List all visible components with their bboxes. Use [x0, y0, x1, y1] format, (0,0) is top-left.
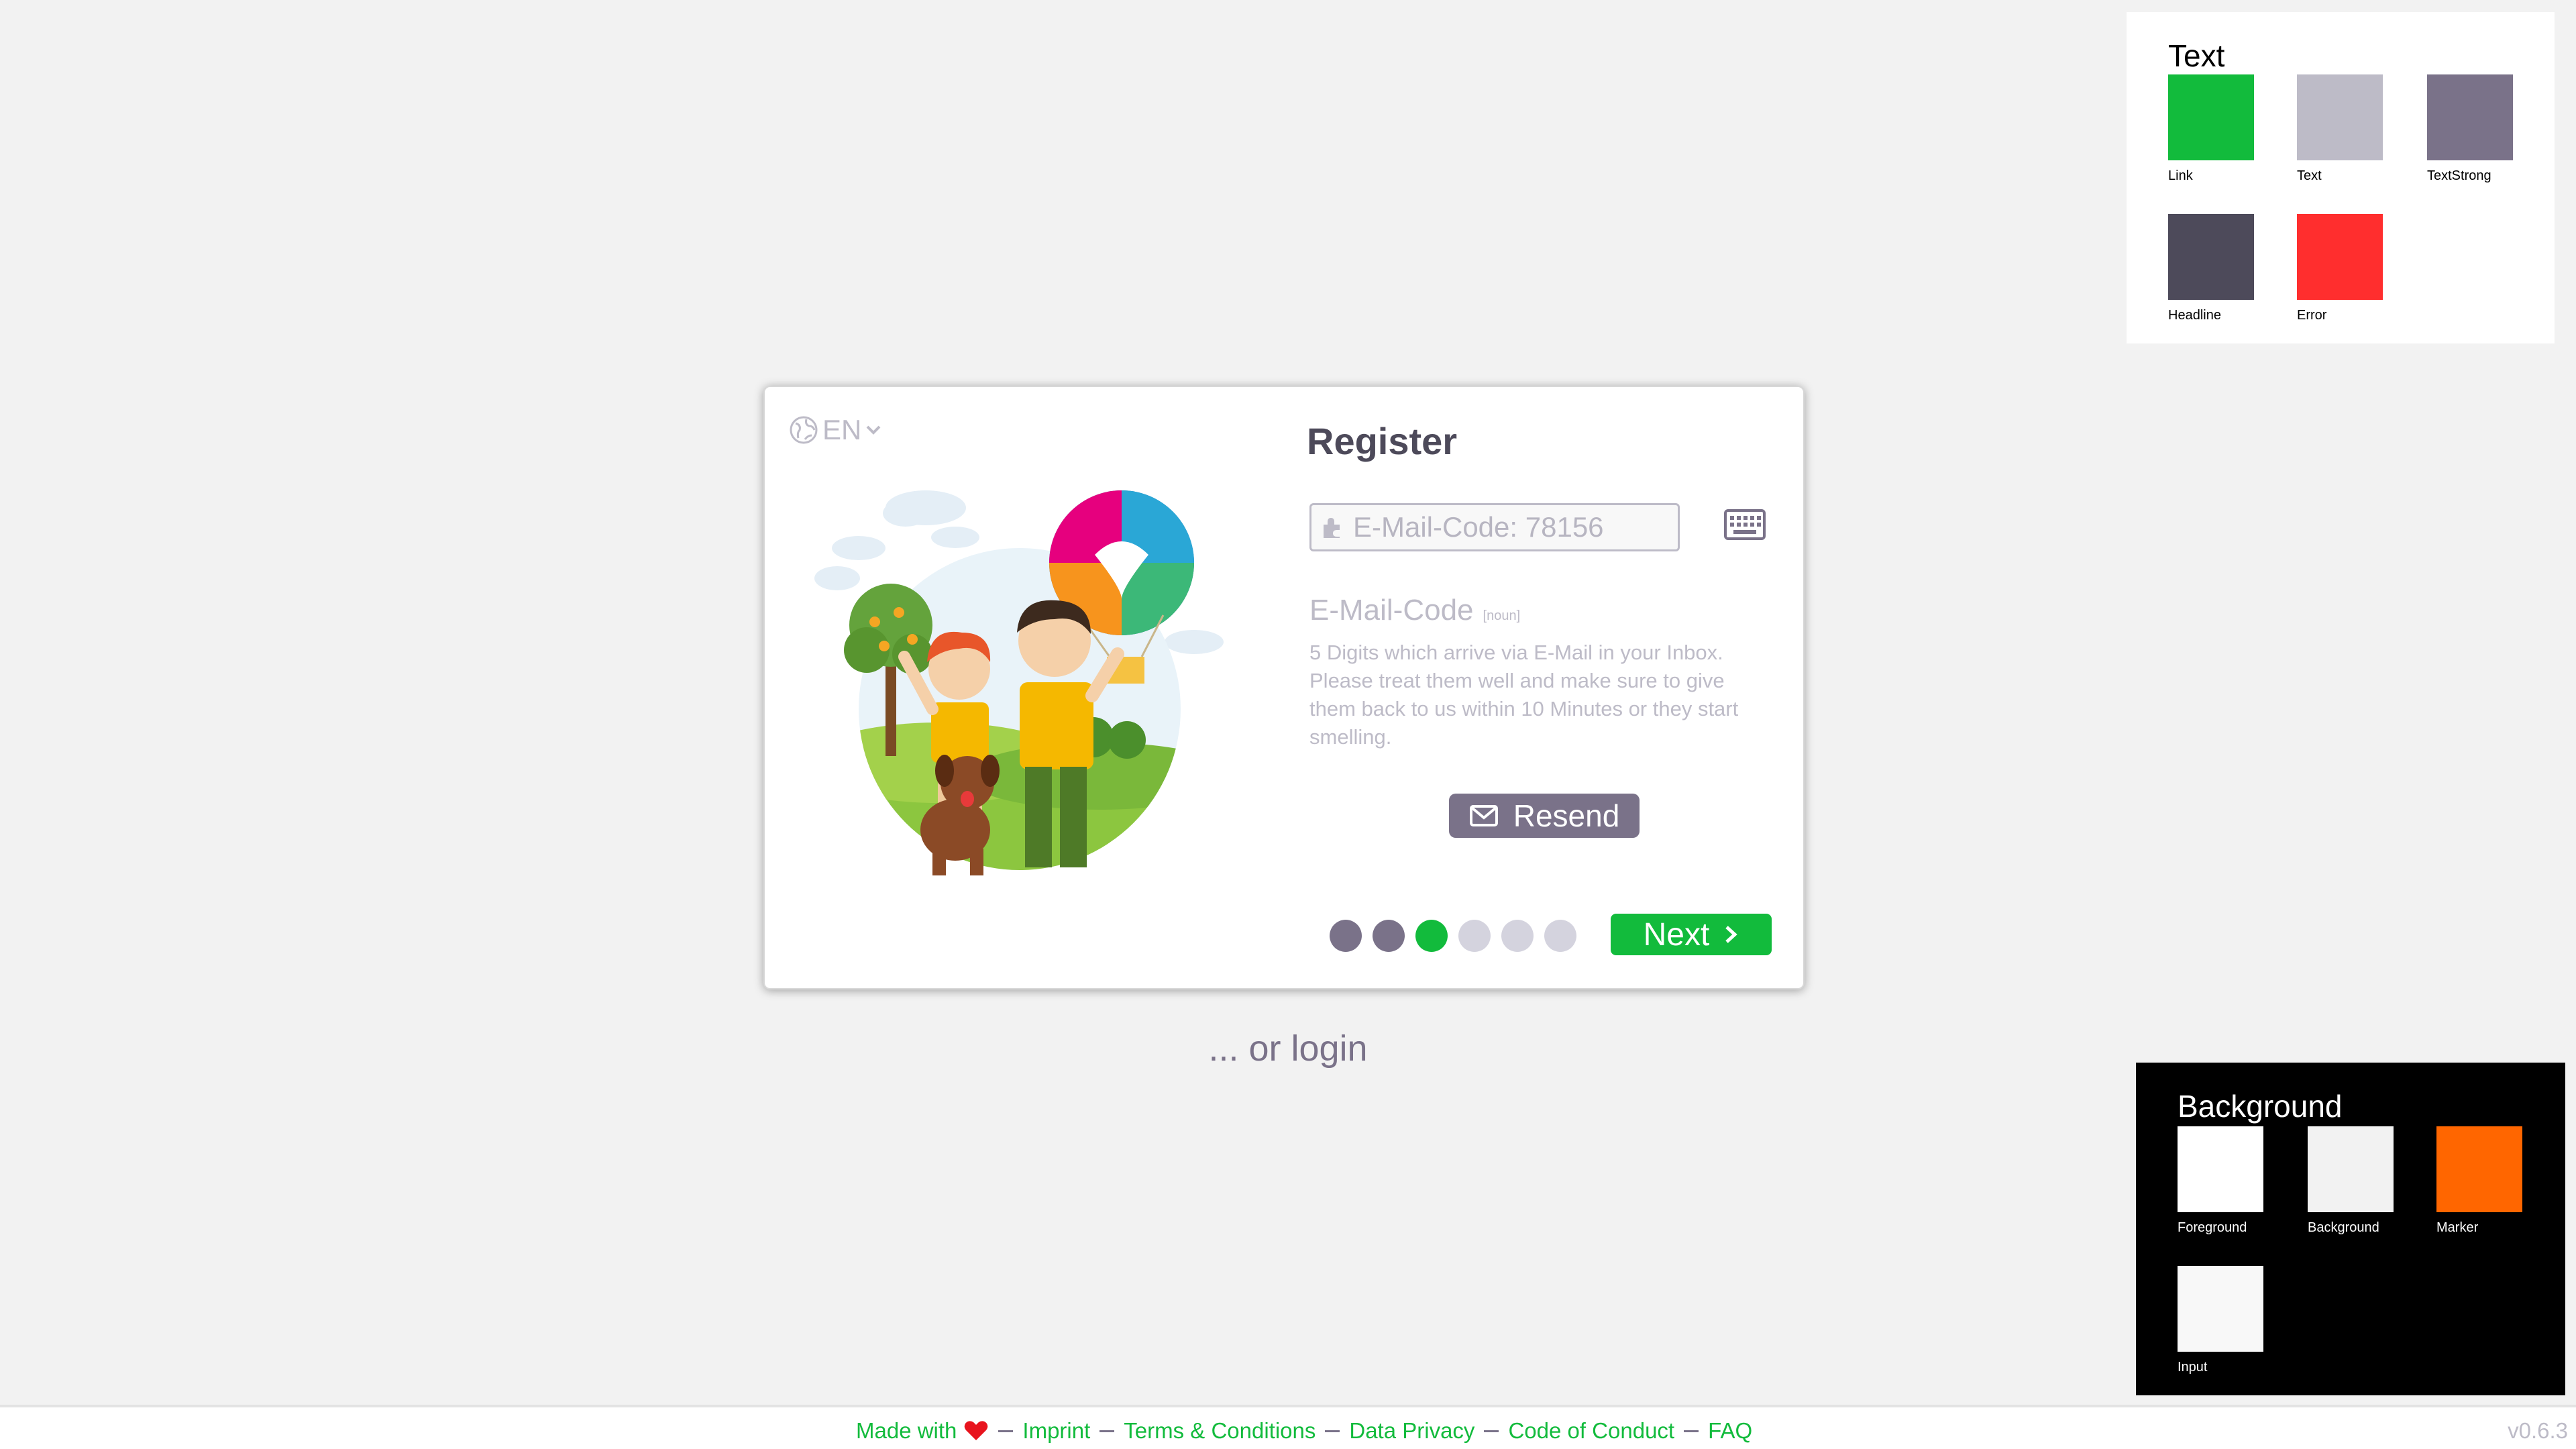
- swatch-error: Error: [2297, 214, 2384, 323]
- progress-dot: [1458, 920, 1491, 952]
- swatch-label: Foreground: [2178, 1220, 2247, 1235]
- footer-link-made-with[interactable]: Made with: [856, 1418, 989, 1444]
- background-color-palette: Background Foreground Background Marker …: [2136, 1063, 2565, 1395]
- palette-title: Text: [2168, 38, 2225, 73]
- chevron-down-icon: [866, 425, 881, 435]
- family-illustration: [814, 490, 1224, 875]
- footer-link-faq[interactable]: FAQ: [1708, 1418, 1752, 1444]
- chevron-right-icon: [1725, 926, 1738, 943]
- footer-link-label: Made with: [856, 1418, 957, 1443]
- swatch-chip: [2436, 1126, 2522, 1212]
- progress-dots: [1330, 920, 1576, 952]
- footer-link-data-privacy[interactable]: Data Privacy: [1349, 1418, 1474, 1444]
- footer-link-terms[interactable]: Terms & Conditions: [1124, 1418, 1316, 1444]
- swatch-background: Background: [2308, 1126, 2395, 1236]
- swatch-label: Headline: [2168, 308, 2221, 323]
- footer-separator: [1325, 1430, 1340, 1432]
- email-code-field[interactable]: [1309, 503, 1680, 551]
- swatch-chip: [2427, 74, 2513, 160]
- keyboard-icon[interactable]: [1724, 508, 1766, 541]
- footer-separator: [1684, 1430, 1699, 1432]
- resend-label: Resend: [1513, 798, 1620, 833]
- dictionary-definition: 5 Digits which arrive via E-Mail in your…: [1309, 641, 1739, 749]
- footer-link-imprint[interactable]: Imprint: [1022, 1418, 1090, 1444]
- register-card: EN Register E-Mail-Code: 78156 E-Mail-Co…: [763, 386, 1805, 989]
- swatch-chip: [2308, 1126, 2394, 1212]
- swatch-label: TextStrong: [2427, 168, 2491, 183]
- language-label: EN: [822, 414, 862, 445]
- login-link[interactable]: ... or login: [1140, 1028, 1436, 1069]
- footer: Made with Imprint Terms & Conditions Dat…: [0, 1405, 2576, 1449]
- swatch-label: Error: [2297, 308, 2327, 323]
- dictionary-term: E-Mail-Code [noun]: [1309, 594, 1520, 627]
- dictionary-term-label: E-Mail-Code: [1309, 594, 1474, 627]
- next-button[interactable]: Next: [1611, 914, 1772, 955]
- globe-icon: [790, 416, 818, 444]
- swatch-label: Text: [2297, 168, 2322, 183]
- resend-button[interactable]: Resend: [1449, 794, 1640, 838]
- swatch-label: Link: [2168, 168, 2193, 183]
- swatch-text: Text: [2297, 74, 2384, 184]
- footer-link-code-of-conduct[interactable]: Code of Conduct: [1508, 1418, 1674, 1444]
- swatch-chip: [2178, 1266, 2263, 1352]
- envelope-icon: [1469, 805, 1498, 826]
- swatch-label: Background: [2308, 1220, 2379, 1235]
- footer-links: Made with Imprint Terms & Conditions Dat…: [856, 1418, 1752, 1444]
- palette-title: Background: [2178, 1089, 2343, 1124]
- swatch-link: Link: [2168, 74, 2255, 184]
- language-selector[interactable]: EN: [789, 414, 881, 446]
- email-code-input[interactable]: [1352, 511, 1674, 544]
- progress-dot: [1330, 920, 1362, 952]
- page-title: Register: [1307, 420, 1458, 462]
- swatch-marker: Marker: [2436, 1126, 2524, 1236]
- swatch-label: Marker: [2436, 1220, 2479, 1235]
- swatch-foreground: Foreground: [2178, 1126, 2265, 1236]
- progress-dot: [1415, 920, 1448, 952]
- swatch-text-strong: TextStrong: [2427, 74, 2514, 184]
- progress-dot: [1373, 920, 1405, 952]
- swatch-chip: [2168, 214, 2254, 300]
- next-label: Next: [1643, 916, 1710, 953]
- swatch-chip: [2297, 214, 2383, 300]
- swatch-label: Input: [2178, 1360, 2208, 1375]
- dictionary-word-type: [noun]: [1483, 608, 1521, 623]
- puzzle-icon: [1324, 518, 1340, 538]
- heart-icon: [965, 1421, 988, 1440]
- swatch-chip: [2297, 74, 2383, 160]
- footer-separator: [998, 1430, 1014, 1432]
- swatch-input: Input: [2178, 1266, 2265, 1375]
- swatch-headline: Headline: [2168, 214, 2255, 323]
- footer-separator: [1484, 1430, 1499, 1432]
- swatch-chip: [2168, 74, 2254, 160]
- progress-dot: [1501, 920, 1534, 952]
- version-label: v0.6.3: [2508, 1418, 2568, 1443]
- text-color-palette: Text Link Text TextStrong Headline Error: [2127, 12, 2555, 343]
- progress-dot: [1544, 920, 1576, 952]
- swatch-chip: [2178, 1126, 2263, 1212]
- footer-separator: [1099, 1430, 1115, 1432]
